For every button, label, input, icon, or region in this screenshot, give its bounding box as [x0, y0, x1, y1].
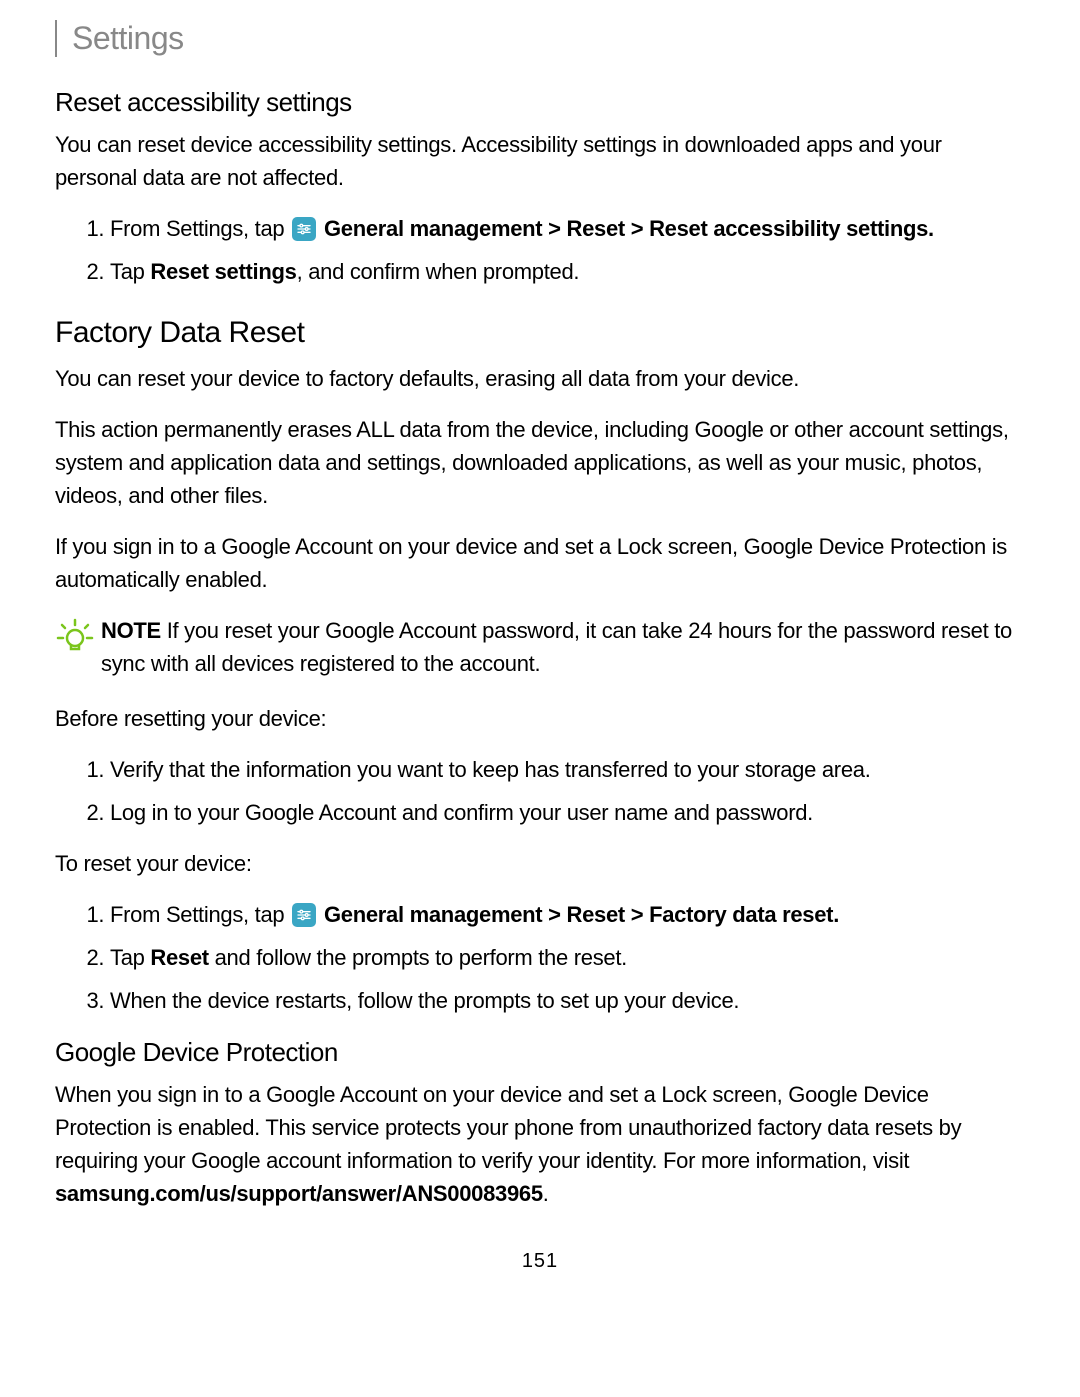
gdp-link: samsung.com/us/support/answer/ANS0008396…: [55, 1181, 543, 1206]
para-factory-1: You can reset your device to factory def…: [55, 362, 1025, 395]
step-text: From Settings, tap: [110, 902, 290, 927]
list-item: From Settings, tap General management > …: [110, 212, 1025, 245]
steps-reset: From Settings, tap General management > …: [55, 898, 1025, 1017]
note-text: NOTE If you reset your Google Account pa…: [101, 614, 1025, 680]
step-text: Tap: [110, 259, 150, 284]
para-reset-accessibility: You can reset device accessibility setti…: [55, 128, 1025, 194]
note-label: NOTE: [101, 618, 161, 643]
step-text: Tap: [110, 945, 150, 970]
list-item: When the device restarts, follow the pro…: [110, 984, 1025, 1017]
general-management-icon: [292, 217, 316, 241]
step-path: General management > Reset > Reset acces…: [324, 216, 934, 241]
page-number: 151: [55, 1250, 1025, 1273]
para-factory-3: If you sign in to a Google Account on yo…: [55, 530, 1025, 596]
reset-intro: To reset your device:: [55, 847, 1025, 880]
heading-reset-accessibility: Reset accessibility settings: [55, 87, 1025, 118]
note-body: If you reset your Google Account passwor…: [101, 618, 1012, 676]
page-header: Settings: [55, 20, 1025, 57]
step-bold: Reset settings: [150, 259, 296, 284]
heading-gdp: Google Device Protection: [55, 1037, 1025, 1068]
para-gdp: When you sign in to a Google Account on …: [55, 1078, 1025, 1210]
list-item: Log in to your Google Account and confir…: [110, 796, 1025, 829]
step-text: , and confirm when prompted.: [297, 259, 580, 284]
para-factory-2: This action permanently erases ALL data …: [55, 413, 1025, 512]
gdp-text: When you sign in to a Google Account on …: [55, 1082, 961, 1173]
general-management-icon: [292, 903, 316, 927]
steps-reset-accessibility: From Settings, tap General management > …: [55, 212, 1025, 288]
header-title: Settings: [72, 20, 184, 56]
list-item: From Settings, tap General management > …: [110, 898, 1025, 931]
list-item: Tap Reset and follow the prompts to perf…: [110, 941, 1025, 974]
step-bold: Reset: [150, 945, 208, 970]
heading-factory-reset: Factory Data Reset: [55, 316, 1025, 350]
gdp-text-post: .: [543, 1181, 549, 1206]
step-text: and follow the prompts to perform the re…: [209, 945, 627, 970]
step-text: From Settings, tap: [110, 216, 290, 241]
step-path: General management > Reset > Factory dat…: [324, 902, 839, 927]
before-intro: Before resetting your device:: [55, 702, 1025, 735]
steps-before: Verify that the information you want to …: [55, 753, 1025, 829]
lightbulb-icon: [55, 616, 95, 661]
note-block: NOTE If you reset your Google Account pa…: [55, 614, 1025, 680]
list-item: Verify that the information you want to …: [110, 753, 1025, 786]
list-item: Tap Reset settings, and confirm when pro…: [110, 255, 1025, 288]
